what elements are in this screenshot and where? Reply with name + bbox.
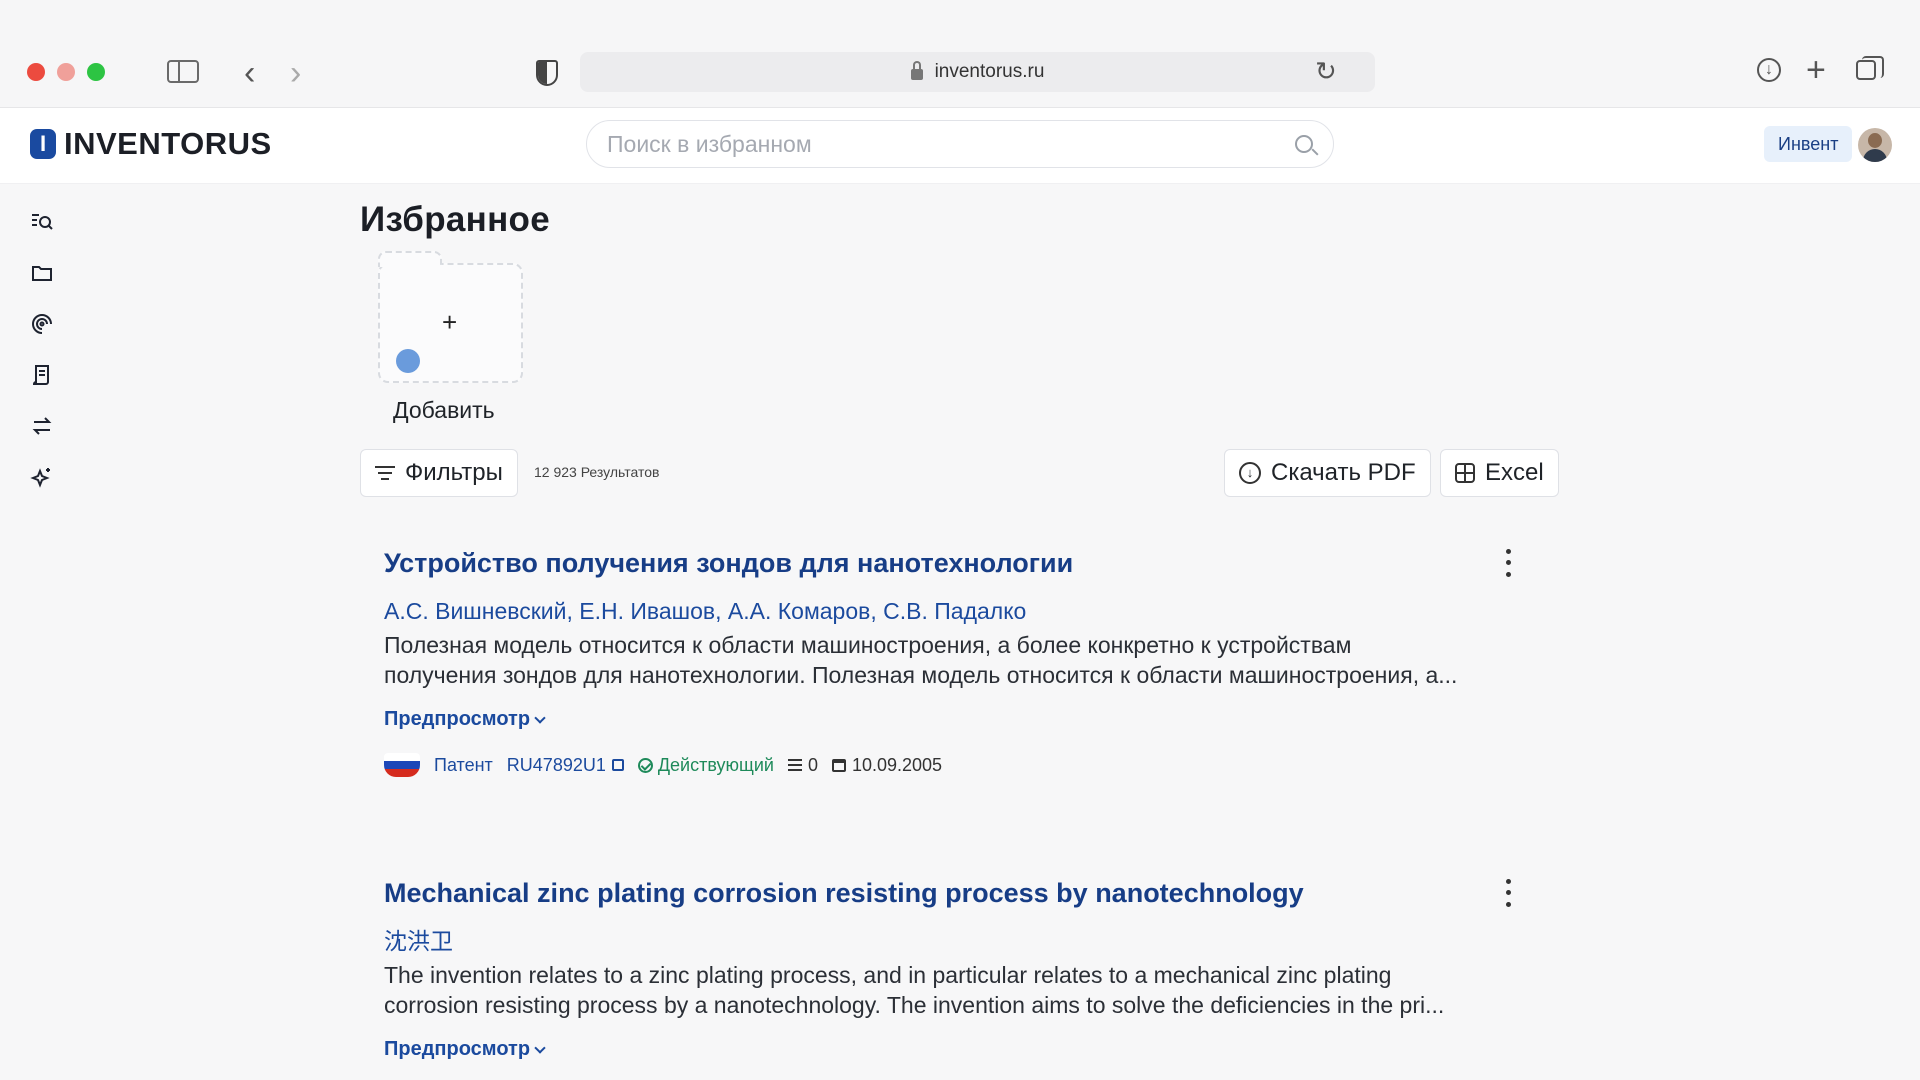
- publication-date-text: 10.09.2005: [851, 754, 943, 775]
- minimize-window-button[interactable]: [57, 63, 75, 81]
- add-folder-button[interactable]: +: [378, 251, 523, 383]
- preview-label: Предпросмотр: [384, 708, 531, 730]
- patent-number-text: RU47892U1: [506, 754, 606, 775]
- result-abstract: Полезная модель относится к области маши…: [384, 630, 1544, 690]
- claims-count: 0: [787, 754, 818, 776]
- filters-label: Фильтры: [405, 459, 503, 486]
- download-pdf-label: Скачать PDF: [1271, 459, 1416, 486]
- download-pdf-button[interactable]: ↓ Скачать PDF: [1224, 449, 1431, 497]
- avatar[interactable]: [1858, 128, 1892, 162]
- preview-toggle[interactable]: Предпросмотр: [384, 1038, 1520, 1061]
- result-authors[interactable]: 沈洪卫: [384, 924, 1520, 958]
- forward-arrow-icon[interactable]: ›: [290, 56, 301, 90]
- result-title[interactable]: Устройство получения зондов для нанотехн…: [384, 540, 1520, 586]
- results-count: 12 923 Результатов: [534, 464, 660, 480]
- privacy-shield-icon[interactable]: [536, 60, 558, 86]
- status-badge: Действующий: [637, 754, 774, 776]
- zoom-window-button[interactable]: [87, 63, 105, 81]
- abstract-line: получения зондов для нанотехнологии. Пол…: [384, 662, 1458, 688]
- result-card: Устройство получения зондов для нанотехн…: [384, 540, 1520, 777]
- search-icon[interactable]: [1295, 135, 1313, 153]
- url-text: inventorus.ru: [934, 61, 1045, 82]
- spreadsheet-icon: [1455, 463, 1475, 483]
- lock-icon: [910, 61, 923, 80]
- sidebar-toggle-icon[interactable]: [167, 60, 199, 83]
- abstract-line: The invention relates to a zinc plating …: [384, 962, 1392, 988]
- calendar-icon: [831, 758, 846, 772]
- folder-icon[interactable]: [28, 259, 56, 287]
- document-type: Патент: [434, 754, 493, 775]
- new-tab-icon[interactable]: +: [1806, 53, 1826, 87]
- abstract-line: Полезная модель относится к области маши…: [384, 632, 1352, 658]
- publication-date: 10.09.2005: [831, 754, 943, 776]
- preview-label: Предпросмотр: [384, 1038, 531, 1060]
- patent-number[interactable]: RU47892U1: [507, 755, 624, 776]
- result-title[interactable]: Mechanical zinc plating corrosion resist…: [384, 870, 1520, 916]
- spiral-icon[interactable]: [28, 310, 56, 338]
- user-name-badge[interactable]: Инвент: [1764, 126, 1853, 162]
- page-title: Избранное: [360, 200, 550, 239]
- filter-icon: [375, 466, 395, 480]
- back-arrow-icon[interactable]: ‹: [244, 56, 255, 90]
- chevron-down-icon: [534, 1041, 546, 1054]
- preview-toggle[interactable]: Предпросмотр: [384, 708, 1520, 731]
- claims-count-text: 0: [807, 754, 818, 775]
- more-options-icon[interactable]: [1496, 546, 1520, 580]
- chevron-down-icon: [534, 711, 546, 724]
- claims-icon: [787, 759, 802, 771]
- swap-arrows-icon[interactable]: [28, 412, 56, 440]
- result-meta: Патент RU47892U1 Действующий 0 10.09.200…: [384, 753, 1520, 777]
- folder-color-dot: [396, 349, 420, 373]
- plus-icon: +: [442, 307, 458, 337]
- export-excel-label: Excel: [1485, 459, 1544, 486]
- download-icon: ↓: [1239, 462, 1261, 484]
- copy-icon[interactable]: [611, 759, 624, 771]
- result-abstract: The invention relates to a zinc plating …: [384, 960, 1544, 1020]
- sidebar-nav: [28, 208, 58, 514]
- add-folder-label: Добавить: [393, 397, 495, 423]
- result-authors[interactable]: А.С. Вишневский, Е.Н. Ивашов, А.А. Комар…: [384, 594, 1520, 628]
- download-icon[interactable]: ↓: [1757, 58, 1781, 82]
- logo[interactable]: I INVENTORUS: [30, 126, 272, 162]
- more-options-icon[interactable]: [1496, 876, 1520, 910]
- close-window-button[interactable]: [27, 63, 45, 81]
- search-list-icon[interactable]: [28, 208, 56, 236]
- logo-mark-icon: I: [30, 129, 56, 159]
- browser-toolbar: ‹ › inventorus.ru ↻ ↓ +: [0, 0, 1920, 108]
- tab-overview-icon[interactable]: [1856, 56, 1884, 80]
- check-circle-icon: [637, 757, 653, 773]
- app-header: I INVENTORUS Инвент: [0, 108, 1920, 184]
- search-box: [586, 120, 1334, 168]
- logo-text: INVENTORUS: [64, 126, 272, 161]
- result-card: Mechanical zinc plating corrosion resist…: [384, 870, 1520, 1061]
- sparkles-icon[interactable]: [28, 463, 56, 491]
- search-input[interactable]: [607, 130, 1295, 158]
- status-text: Действующий: [657, 754, 774, 775]
- filters-button[interactable]: Фильтры: [360, 449, 518, 497]
- document-scroll-icon[interactable]: [28, 361, 56, 389]
- reload-icon[interactable]: ↻: [1315, 58, 1337, 84]
- russia-flag-icon: [384, 753, 420, 777]
- address-bar[interactable]: inventorus.ru: [580, 52, 1375, 92]
- abstract-line: corrosion resisting process by a nanotec…: [384, 992, 1445, 1018]
- export-excel-button[interactable]: Excel: [1440, 449, 1559, 497]
